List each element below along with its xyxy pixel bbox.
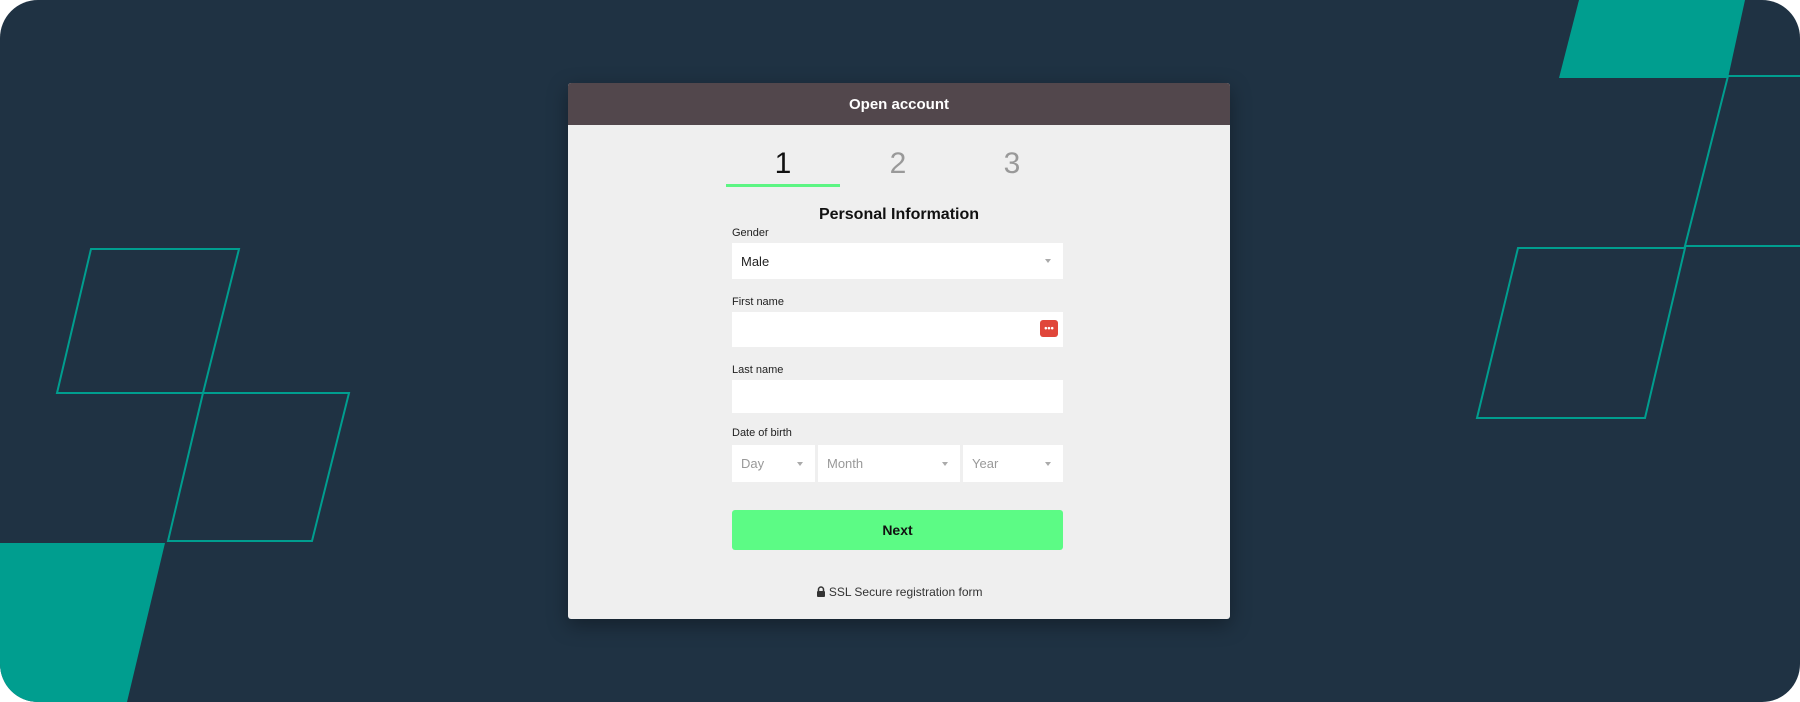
gender-select[interactable]: Male bbox=[732, 243, 1063, 279]
day-placeholder: Day bbox=[741, 456, 765, 471]
password-manager-icon[interactable]: ••• bbox=[1040, 320, 1058, 337]
teal-line-top-right bbox=[1683, 75, 1800, 247]
ssl-notice: SSL Secure registration form bbox=[568, 585, 1230, 599]
chevron-down-icon bbox=[797, 461, 803, 466]
ssl-text: SSL Secure registration form bbox=[828, 585, 983, 599]
teal-shape-top-right bbox=[1559, 0, 1745, 78]
month-placeholder: Month bbox=[827, 456, 864, 471]
teal-outline-left-1 bbox=[55, 248, 241, 394]
last-name-label: Last name bbox=[732, 364, 784, 376]
gender-value: Male bbox=[741, 253, 770, 269]
dob-label: Date of birth bbox=[732, 427, 792, 439]
gender-label: Gender bbox=[732, 227, 769, 239]
next-button[interactable]: Next bbox=[732, 510, 1063, 550]
step-2: 2 bbox=[889, 147, 907, 180]
background: Open account 1 2 3 Personal Information … bbox=[0, 0, 1800, 702]
teal-outline-left-2 bbox=[166, 392, 351, 542]
step-1: 1 bbox=[774, 147, 792, 180]
step-3: 3 bbox=[1003, 147, 1021, 180]
open-account-modal: Open account 1 2 3 Personal Information … bbox=[568, 83, 1230, 619]
lock-icon bbox=[816, 586, 825, 597]
teal-shape-bottom-left bbox=[0, 543, 165, 702]
modal-header: Open account bbox=[568, 83, 1230, 125]
first-name-input[interactable]: ••• bbox=[732, 312, 1063, 347]
year-select[interactable]: Year bbox=[963, 445, 1063, 482]
day-select[interactable]: Day bbox=[732, 445, 815, 482]
teal-outline-right bbox=[1475, 247, 1687, 419]
last-name-input[interactable] bbox=[732, 380, 1063, 413]
section-title: Personal Information bbox=[818, 206, 980, 223]
chevron-down-icon bbox=[1045, 461, 1051, 466]
month-select[interactable]: Month bbox=[818, 445, 960, 482]
year-placeholder: Year bbox=[972, 456, 999, 471]
chevron-down-icon bbox=[942, 461, 948, 466]
chevron-down-icon bbox=[1045, 259, 1051, 263]
modal-title: Open account bbox=[848, 95, 949, 113]
first-name-label: First name bbox=[732, 296, 784, 308]
active-step-indicator bbox=[726, 184, 840, 187]
